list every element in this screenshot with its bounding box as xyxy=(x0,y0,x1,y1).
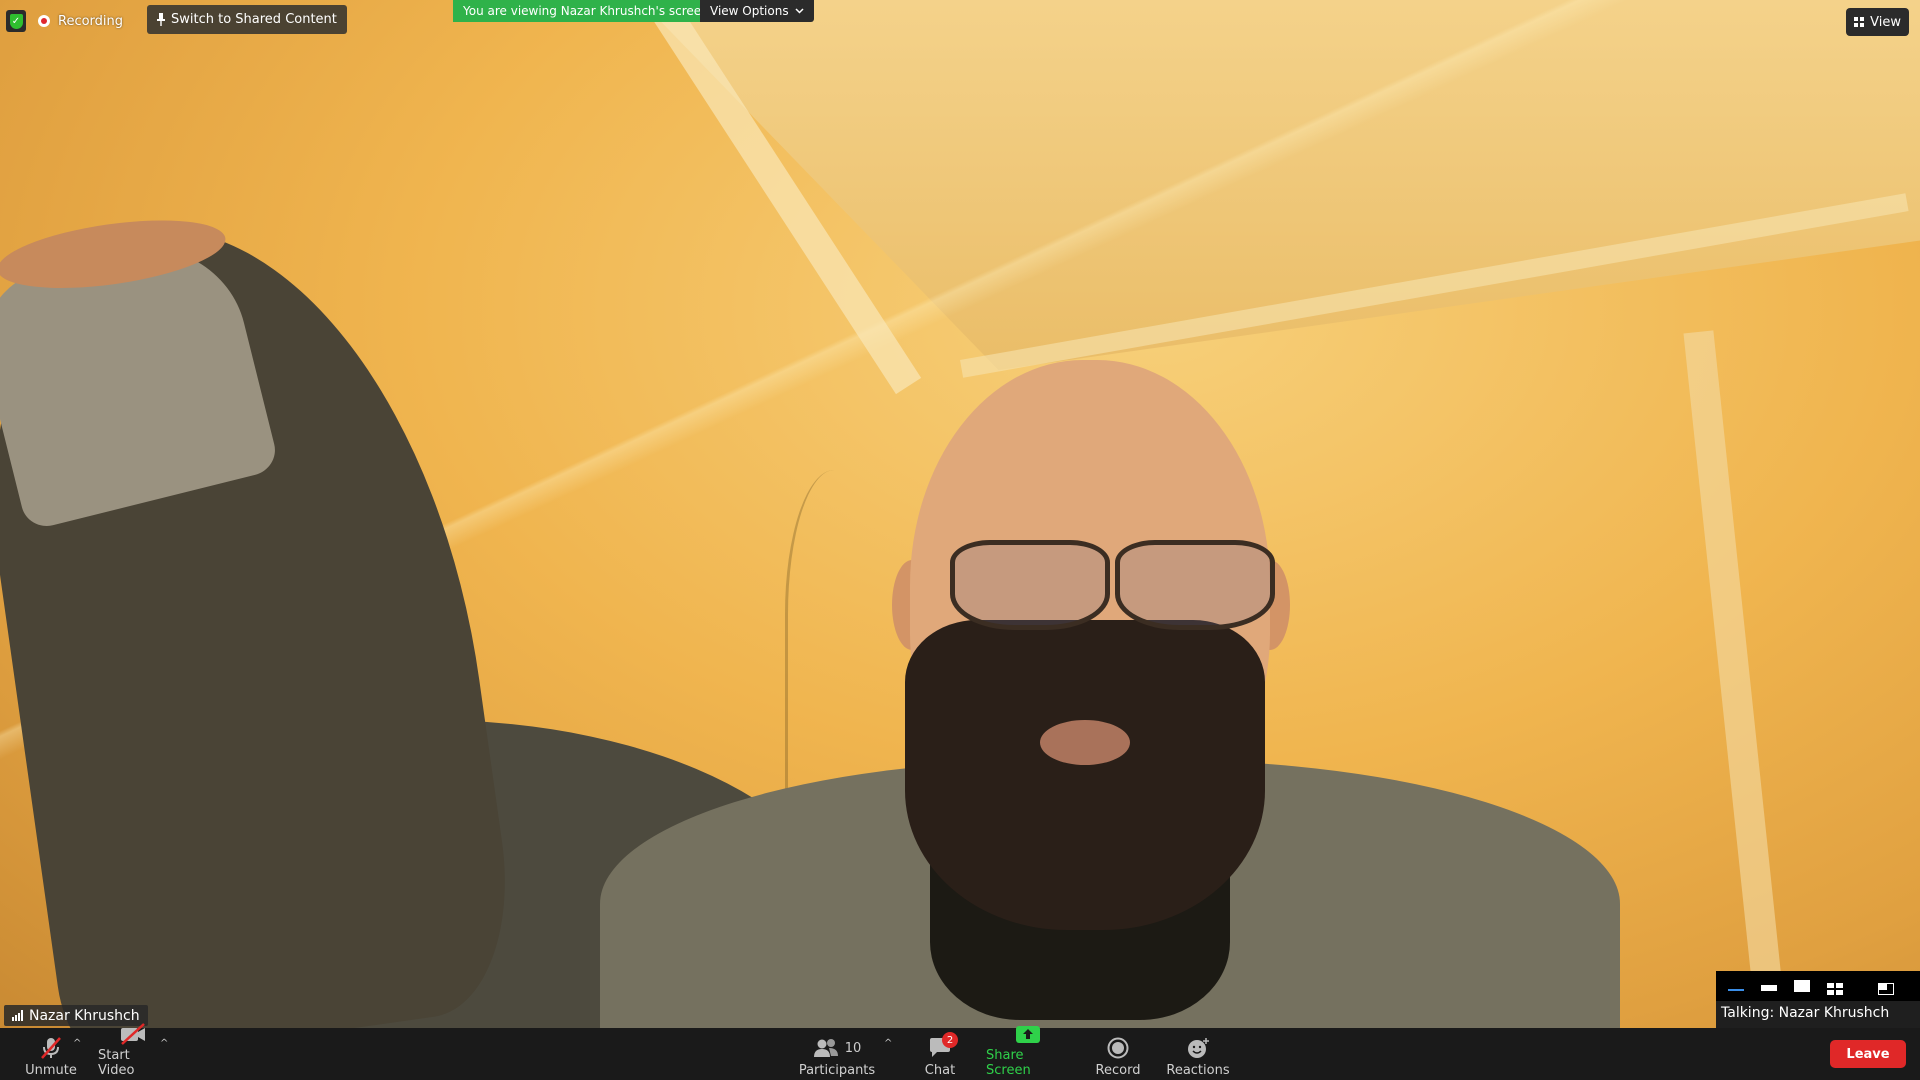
chevron-down-icon xyxy=(795,8,804,14)
signal-strength-icon xyxy=(12,1010,23,1021)
record-label: Record xyxy=(1095,1063,1141,1078)
record-dot-icon xyxy=(38,15,50,27)
person-beard xyxy=(905,620,1265,930)
record-icon-wrap xyxy=(1107,1036,1129,1060)
single-view-icon[interactable] xyxy=(1794,980,1810,992)
reactions-icon xyxy=(1188,1038,1209,1058)
unmute-label: Unmute xyxy=(25,1063,77,1078)
view-label: View xyxy=(1870,14,1901,30)
participants-count: 10 xyxy=(844,1040,862,1056)
view-options-label: View Options xyxy=(710,4,789,18)
viewing-banner-text: You are viewing Nazar Khrushch's screen xyxy=(463,4,709,18)
chat-label: Chat xyxy=(924,1063,956,1078)
participant-video xyxy=(0,0,1920,1028)
viewing-banner: You are viewing Nazar Khrushch's screen xyxy=(453,0,719,22)
start-video-label: Start Video xyxy=(98,1048,135,1078)
chat-icon-wrap: 2 xyxy=(928,1032,958,1060)
participants-button[interactable]: 10 Participants xyxy=(798,1032,876,1078)
exit-minimized-icon[interactable] xyxy=(1878,980,1894,995)
reactions-label: Reactions xyxy=(1166,1063,1230,1078)
recording-label: Recording xyxy=(58,13,124,29)
person-mouth xyxy=(1040,720,1130,765)
audio-options-caret-icon[interactable]: ^ xyxy=(73,1038,81,1049)
participants-icon-row: 10 xyxy=(813,1036,862,1060)
participants-caret-icon[interactable]: ^ xyxy=(884,1038,892,1049)
record-icon xyxy=(1107,1037,1129,1059)
talking-indicator: Talking: Nazar Khrushch xyxy=(1721,1005,1890,1021)
share-screen-icon-wrap xyxy=(1015,1025,1041,1045)
start-video-button[interactable]: Start Video xyxy=(98,1023,168,1078)
mini-panel-controls xyxy=(1716,971,1920,1001)
meeting-toolbar: Unmute ^ Start Video ^ 10 Participants ^ xyxy=(0,1023,1920,1080)
video-options-caret-icon[interactable]: ^ xyxy=(160,1038,168,1049)
security-shield-icon[interactable]: ✓ xyxy=(6,10,26,32)
pin-icon xyxy=(157,13,165,26)
switch-label: Switch to Shared Content xyxy=(171,12,337,27)
switch-to-shared-content-button[interactable]: Switch to Shared Content xyxy=(147,5,347,34)
unmute-button[interactable]: Unmute xyxy=(25,1032,77,1078)
record-button[interactable]: Record xyxy=(1094,1032,1142,1078)
participants-icon xyxy=(813,1039,838,1057)
reactions-button[interactable]: Reactions xyxy=(1166,1032,1230,1078)
gallery-icon[interactable] xyxy=(1827,980,1843,995)
view-options-button[interactable]: View Options xyxy=(700,0,814,22)
mic-muted-icon xyxy=(38,1036,64,1060)
chat-unread-badge: 2 xyxy=(942,1032,958,1048)
leave-button[interactable]: Leave xyxy=(1830,1040,1906,1068)
shield-check-icon: ✓ xyxy=(9,13,23,29)
mini-video-panel: Talking: Nazar Khrushch xyxy=(1716,971,1920,1028)
grid-icon xyxy=(1854,17,1865,27)
minimize-icon[interactable] xyxy=(1728,981,1744,991)
participants-label: Participants xyxy=(798,1063,876,1078)
glasses-right-lens xyxy=(1115,540,1275,630)
share-screen-icon xyxy=(1016,1026,1040,1043)
recording-indicator[interactable]: Recording xyxy=(38,10,123,32)
share-screen-button[interactable]: Share Screen xyxy=(986,1026,1070,1078)
reactions-icon-wrap xyxy=(1186,1036,1210,1060)
share-screen-label: Share Screen xyxy=(986,1048,1031,1078)
video-off-icon xyxy=(119,1023,147,1045)
hide-video-icon[interactable] xyxy=(1761,985,1777,991)
chat-button[interactable]: 2 Chat xyxy=(920,1032,960,1078)
view-button[interactable]: View xyxy=(1846,8,1909,36)
participant-name: Nazar Khrushch xyxy=(29,1007,140,1024)
glasses-left-lens xyxy=(950,540,1110,630)
